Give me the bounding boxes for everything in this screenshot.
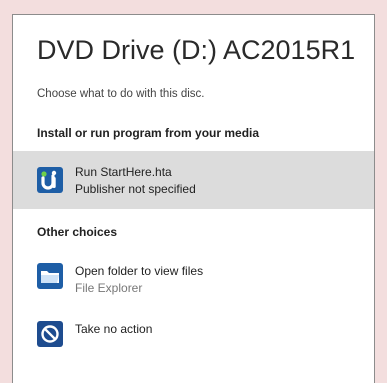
option-sublabel: File Explorer: [75, 281, 143, 295]
section-heading-media: Install or run program from your media: [37, 126, 260, 140]
option-label: Open folder to view files: [75, 264, 204, 278]
no-action-icon: [37, 321, 63, 347]
option-run-starthere[interactable]: Run StartHere.hta Publisher not specifie…: [13, 151, 374, 209]
section-heading-other: Other choices: [37, 225, 118, 239]
option-label: Run StartHere.hta: [75, 165, 172, 179]
option-sublabel: Publisher not specified: [75, 182, 196, 196]
dialog-title: DVD Drive (D:) AC2015R1: [37, 35, 356, 65]
option-label: Take no action: [75, 322, 153, 336]
autoplay-dialog: DVD Drive (D:) AC2015R1 Choose what to d…: [12, 14, 375, 383]
option-open-folder[interactable]: Open folder to view files File Explorer: [13, 251, 374, 301]
app-icon: [37, 167, 63, 193]
option-take-no-action[interactable]: Take no action: [13, 309, 374, 359]
dialog-subtitle: Choose what to do with this disc.: [37, 88, 205, 100]
folder-icon: [37, 263, 63, 289]
